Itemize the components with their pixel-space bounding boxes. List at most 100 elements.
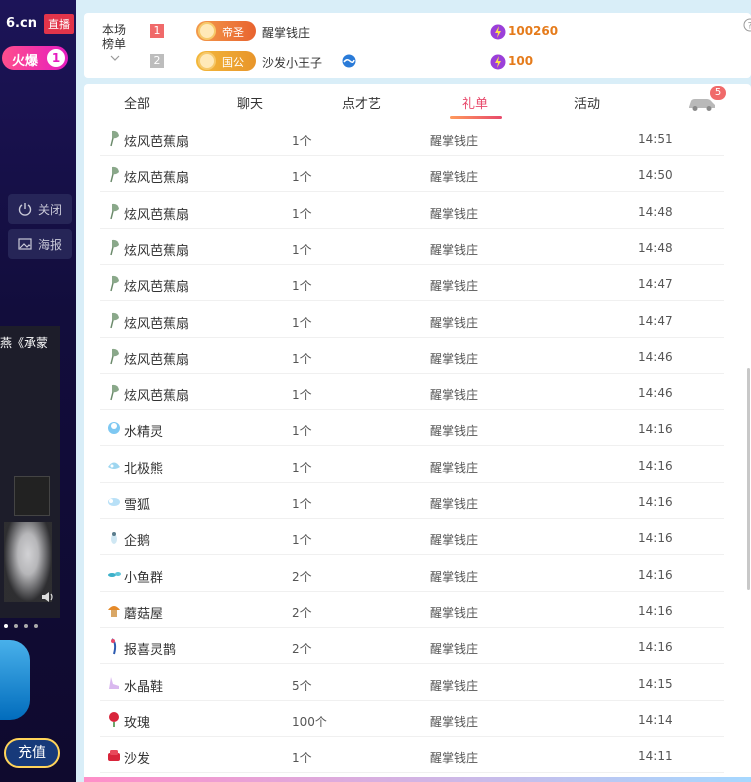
gift-time: 14:51	[638, 132, 673, 146]
gift-row[interactable]: 报喜灵鹊 2个 醒掌钱庄 14:16	[100, 628, 724, 665]
magpie-icon	[111, 638, 117, 655]
gift-quantity: 1个	[292, 424, 312, 439]
gift-quantity: 1个	[292, 279, 312, 294]
carousel-dots[interactable]	[4, 613, 54, 628]
fan-icon	[110, 167, 119, 183]
gift-row[interactable]: 炫风芭蕉扇 1个 醒掌钱庄 14:48	[100, 229, 724, 265]
video-scene	[14, 476, 50, 516]
gift-sender[interactable]: 醒掌钱庄	[430, 132, 478, 149]
ranking-amount: 100260	[508, 24, 559, 38]
gift-sender[interactable]: 醒掌钱庄	[430, 422, 478, 439]
water-spirit-icon	[108, 422, 120, 435]
gift-time: 14:11	[638, 749, 673, 764]
gift-sender[interactable]: 醒掌钱庄	[430, 604, 478, 621]
site-logo[interactable]: 6.cn	[6, 16, 37, 31]
carousel-dot[interactable]	[34, 624, 38, 628]
gift-row[interactable]: 北极熊 1个 醒掌钱庄 14:16	[100, 447, 724, 483]
ranking-row[interactable]: 1 帝圣 醒掌钱庄 100260	[150, 20, 730, 44]
gift-sender[interactable]: 醒掌钱庄	[430, 205, 478, 222]
fish-icon	[108, 571, 121, 577]
gift-sender[interactable]: 醒掌钱庄	[430, 277, 478, 294]
gift-name: 沙发	[124, 752, 151, 768]
poster-button[interactable]: 海报	[8, 229, 72, 259]
help-icon[interactable]: ?	[743, 18, 751, 32]
gift-sender[interactable]: 醒掌钱庄	[430, 314, 478, 331]
gift-row[interactable]: 沙发 1个 醒掌钱庄 14:11	[100, 737, 724, 774]
gift-name: 炫风芭蕉扇	[124, 316, 190, 332]
gift-name: 炫风芭蕉扇	[124, 280, 190, 296]
gift-sender[interactable]: 醒掌钱庄	[430, 168, 478, 185]
gift-sender[interactable]: 醒掌钱庄	[430, 386, 478, 403]
tab-gift-list[interactable]: 礼单	[462, 93, 488, 112]
gift-name: 报喜灵鹊	[124, 643, 177, 659]
gift-sender[interactable]: 醒掌钱庄	[430, 713, 478, 730]
gift-time: 14:16	[638, 567, 673, 582]
gift-row[interactable]: 炫风芭蕉扇 1个 醒掌钱庄 14:47	[100, 265, 724, 302]
gift-row[interactable]: 蘑菇屋 2个 醒掌钱庄 14:16	[100, 592, 724, 628]
gift-sender[interactable]: 醒掌钱庄	[430, 241, 478, 258]
carousel-dot[interactable]	[4, 624, 8, 628]
gift-row[interactable]: 炫风芭蕉扇 1个 醒掌钱庄 14:47	[100, 302, 724, 338]
gift-row[interactable]: 小鱼群 2个 醒掌钱庄 14:16	[100, 556, 724, 592]
gift-sender[interactable]: 醒掌钱庄	[430, 459, 478, 476]
gift-row[interactable]: 炫风芭蕉扇 1个 醒掌钱庄 14:50	[100, 156, 724, 193]
sofa-icon	[108, 750, 120, 762]
gift-row[interactable]: 水晶鞋 5个 醒掌钱庄 14:15	[100, 665, 724, 701]
gift-sender[interactable]: 醒掌钱庄	[430, 677, 478, 694]
recharge-button[interactable]: 充值	[4, 738, 60, 768]
volume-icon[interactable]	[40, 590, 54, 604]
carousel-dot[interactable]	[24, 624, 28, 628]
ranking-username[interactable]: 沙发小王子	[262, 54, 322, 71]
gift-sender[interactable]: 醒掌钱庄	[430, 350, 478, 367]
video-preview[interactable]: 燕《承蒙	[0, 326, 60, 618]
gift-time: 14:47	[638, 277, 673, 292]
gift-sender[interactable]: 醒掌钱庄	[430, 640, 478, 657]
ranking-row[interactable]: 2 国公 沙发小王子 100	[150, 50, 730, 74]
rose-icon	[109, 711, 119, 727]
active-tab-underline	[450, 116, 502, 119]
ranking-box: 本场榜单 1 帝圣 醒掌钱庄 100260 2 国公 沙发小王子 100	[84, 13, 751, 78]
gift-row[interactable]: 炫风芭蕉扇 1个 醒掌钱庄 14:46	[100, 338, 724, 374]
close-button[interactable]: 关闭	[8, 194, 72, 224]
close-label: 关闭	[38, 203, 63, 217]
hot-label: 火爆	[12, 54, 39, 69]
gift-quantity: 2个	[292, 605, 312, 620]
poster-label: 海报	[38, 238, 63, 252]
carousel-dot[interactable]	[14, 624, 18, 628]
ranking-title[interactable]: 本场榜单	[102, 23, 132, 51]
tab-activity[interactable]: 活动	[574, 93, 600, 112]
gift-sender[interactable]: 醒掌钱庄	[430, 568, 478, 585]
noble-medal-icon	[198, 22, 216, 40]
gift-row[interactable]: 炫风芭蕉扇 1个 醒掌钱庄 14:48	[100, 193, 724, 229]
chevron-down-icon[interactable]	[110, 53, 120, 63]
gift-time: 14:14	[638, 712, 673, 727]
scrollbar[interactable]	[747, 368, 750, 590]
gift-time: 14:50	[638, 168, 673, 183]
gift-row[interactable]: 玫瑰 100个 醒掌钱庄 14:14	[100, 701, 724, 737]
gift-row[interactable]: 水精灵 1个 醒掌钱庄 14:16	[100, 410, 724, 447]
gift-time: 14:16	[638, 640, 673, 655]
mushroom-house-icon	[108, 605, 120, 617]
gift-sender[interactable]: 醒掌钱庄	[430, 495, 478, 512]
gift-name: 炫风芭蕉扇	[124, 352, 190, 368]
gift-row[interactable]: 炫风芭蕉扇 1个 醒掌钱庄 14:51	[100, 120, 724, 156]
gift-time: 14:16	[638, 422, 673, 437]
gift-quantity: 1个	[292, 533, 312, 548]
gift-time: 14:16	[638, 458, 673, 473]
tab-all[interactable]: 全部	[124, 93, 150, 112]
gift-sender[interactable]: 醒掌钱庄	[430, 531, 478, 548]
tab-chat[interactable]: 聊天	[237, 93, 263, 112]
mascot-decoration	[0, 640, 30, 720]
live-badge: 直播	[44, 14, 74, 34]
gift-row[interactable]: 企鹅 1个 醒掌钱庄 14:16	[100, 519, 724, 556]
gift-row[interactable]: 雪狐 1个 醒掌钱庄 14:16	[100, 483, 724, 519]
fan-icon	[110, 312, 119, 328]
gift-row[interactable]: 炫风芭蕉扇 1个 醒掌钱庄 14:46	[100, 374, 724, 411]
tab-talent[interactable]: 点才艺	[342, 93, 381, 112]
ranking-username[interactable]: 醒掌钱庄	[262, 24, 310, 41]
hot-rank-badge[interactable]: 火爆 1	[2, 46, 68, 70]
gift-list[interactable]: 炫风芭蕉扇 1个 醒掌钱庄 14:51 炫风芭蕉扇 1个 醒掌钱庄 14:50 炫风芭蕉扇 1个醒…	[84, 120, 751, 782]
gift-time: 14:16	[638, 603, 673, 618]
gift-sender[interactable]: 醒掌钱庄	[430, 749, 478, 766]
gift-name: 蘑菇屋	[124, 606, 164, 622]
